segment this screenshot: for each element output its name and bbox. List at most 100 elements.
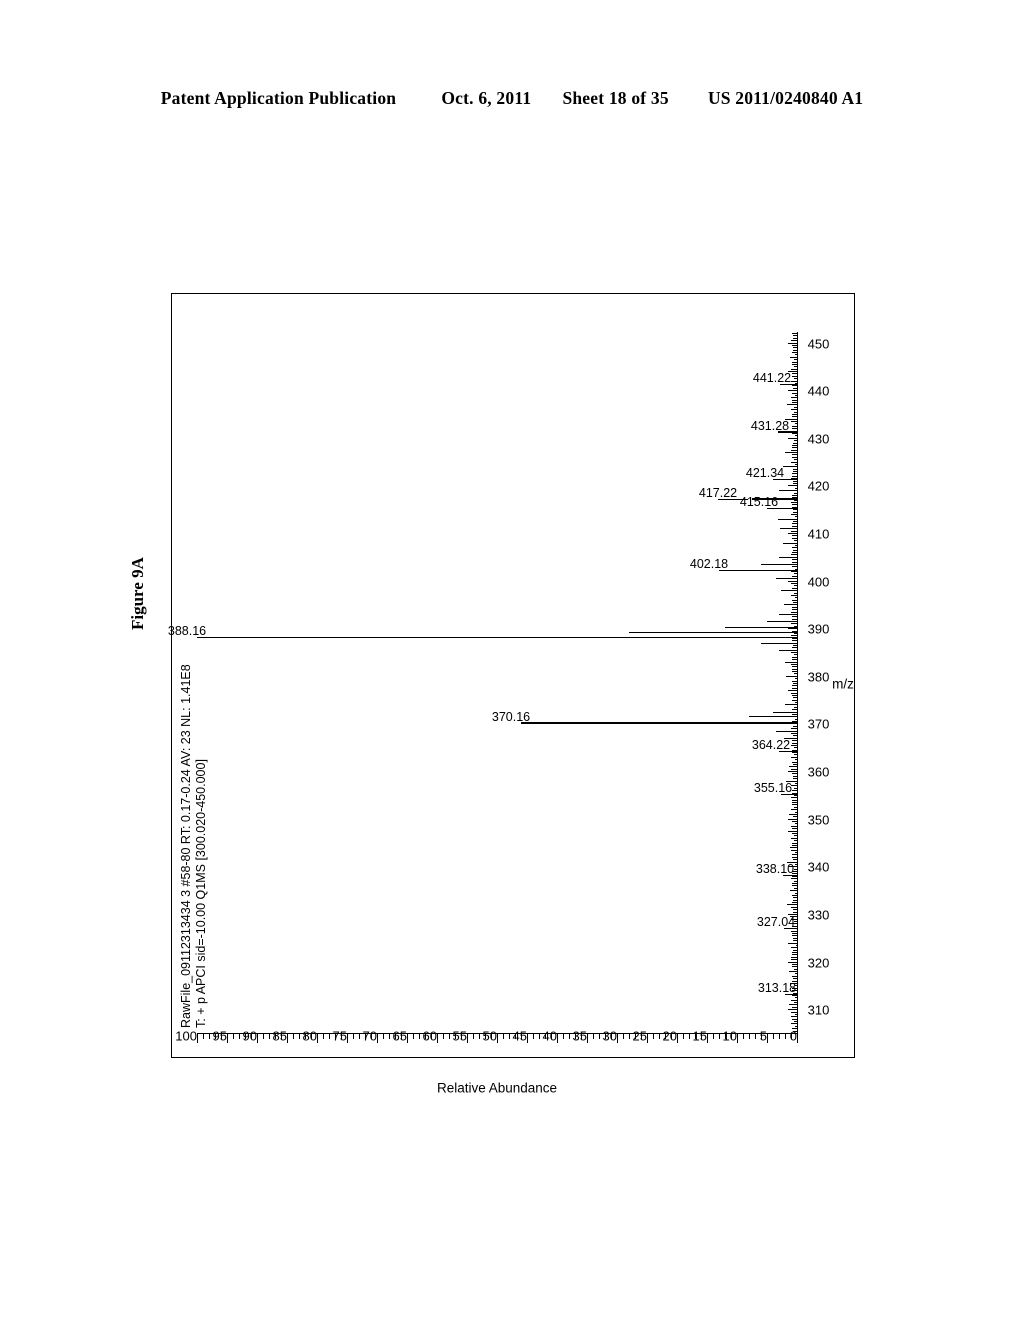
x-tick-major — [788, 342, 797, 344]
x-tick-minor — [792, 828, 797, 830]
y-tick-major — [647, 1034, 648, 1043]
peak-label: 364.22 — [751, 738, 791, 752]
x-tick-label: 330 — [807, 907, 830, 923]
x-tick-label: 450 — [807, 336, 830, 352]
spectrum-peak — [719, 569, 797, 572]
spectrum-peak — [779, 613, 797, 615]
x-tick-minor — [792, 552, 797, 554]
spectrum-peak — [773, 711, 797, 713]
x-tick-label: 310 — [807, 1002, 830, 1018]
y-tick-major — [227, 1034, 228, 1043]
x-tick-minor — [792, 894, 797, 896]
x-tick-major — [788, 1009, 797, 1011]
x-tick-major — [788, 771, 797, 773]
y-tick-major — [737, 1034, 738, 1043]
spectrum-peak — [776, 730, 797, 732]
y-tick-major — [767, 1034, 768, 1043]
x-tick-minor — [792, 733, 797, 734]
x-tick-major — [788, 580, 797, 582]
x-tick-minor — [792, 656, 797, 658]
spectrum-peak — [789, 813, 797, 815]
spectrum-peak — [788, 766, 797, 768]
x-tick-minor — [792, 513, 797, 515]
y-tick-major — [287, 1034, 288, 1043]
annotation-line-1: RawFile_09112313434 3 #58-80 RT: 0.17-0.… — [179, 664, 193, 1028]
x-tick-minor — [792, 999, 797, 1001]
x-tick-label: 320 — [807, 955, 830, 971]
x-tick-minor — [792, 923, 797, 925]
x-tick-minor — [792, 428, 797, 430]
peak-label: 327.04 — [756, 915, 795, 930]
y-tick-major — [407, 1034, 408, 1043]
y-tick-major — [197, 1034, 198, 1043]
peak-label: 421.34 — [745, 466, 785, 480]
x-tick-minor — [792, 542, 797, 544]
x-tick-minor — [792, 790, 797, 792]
x-tick-minor — [792, 561, 797, 563]
peak-label: 338.10 — [755, 862, 794, 877]
x-axis-title: m/z — [832, 676, 854, 692]
x-tick-major — [788, 961, 797, 963]
x-tick-label: 420 — [807, 478, 830, 494]
x-tick-minor — [792, 685, 797, 687]
peak-label: 402.18 — [689, 557, 729, 572]
x-tick-minor — [792, 933, 797, 934]
y-tick-major — [797, 1034, 798, 1043]
spectrum-peak — [790, 890, 797, 892]
x-tick-label: 440 — [807, 383, 830, 399]
x-tick-minor — [792, 666, 797, 668]
x-tick-minor — [792, 885, 797, 887]
mass-spectrum-figure: RawFile_09112313434 3 #58-80 RT: 0.17-0.… — [168, 293, 855, 1096]
peak-label: 417.22 — [698, 485, 738, 500]
spectrum-peak — [780, 528, 797, 530]
x-tick-minor — [792, 475, 797, 477]
x-tick-minor — [792, 599, 797, 601]
x-tick-label: 340 — [807, 859, 830, 875]
x-tick-minor — [792, 637, 797, 639]
x-tick-minor — [792, 942, 797, 944]
x-tick-major — [788, 866, 797, 868]
peak-label: 431.28 — [750, 418, 789, 433]
x-tick-minor — [792, 780, 797, 782]
page-header: Patent Application Publication Oct. 6, 2… — [0, 88, 1024, 109]
x-tick-label: 360 — [807, 764, 830, 780]
y-axis-title: Relative Abundance — [436, 1080, 558, 1096]
x-tick-minor — [792, 333, 797, 334]
spectrum-peak — [779, 490, 797, 492]
spectrum-peak — [761, 563, 797, 565]
x-tick-minor — [792, 809, 797, 811]
x-tick-minor — [792, 399, 797, 401]
spectrum-peak — [776, 578, 797, 580]
x-tick-minor — [792, 694, 797, 696]
peak-label: 415.16 — [739, 495, 779, 510]
y-tick-major — [317, 1034, 318, 1043]
x-tick-minor — [792, 418, 797, 420]
spectrum-peak — [785, 452, 797, 454]
peak-label: 370.16 — [491, 709, 531, 724]
x-tick-label: 430 — [807, 431, 830, 447]
spectrum-peak — [786, 404, 797, 406]
publication-date: Oct. 6, 2011 — [441, 88, 532, 108]
x-tick-major — [788, 675, 797, 677]
spectrum-peak — [785, 661, 797, 663]
x-tick-label: 400 — [807, 574, 830, 590]
y-tick-label: 100 — [175, 1028, 197, 1044]
x-tick-minor — [792, 447, 797, 449]
publication-title: Patent Application Publication — [160, 88, 397, 108]
x-tick-minor — [792, 466, 797, 468]
spectrum-peak — [521, 722, 797, 724]
y-tick-major — [497, 1034, 498, 1043]
x-tick-major — [788, 390, 797, 392]
spectrum-peak — [789, 356, 797, 358]
y-tick-major — [617, 1034, 618, 1043]
spectrum-peak — [777, 518, 797, 520]
x-tick-minor — [792, 761, 797, 763]
peak-label: 355.16 — [754, 781, 793, 796]
x-tick-label: 390 — [807, 621, 830, 637]
x-tick-minor — [792, 752, 797, 754]
x-tick-minor — [792, 409, 797, 411]
x-tick-label: 370 — [807, 716, 830, 732]
x-tick-label: 410 — [807, 526, 830, 542]
x-tick-major — [788, 723, 797, 725]
spectrum-peak — [788, 830, 797, 832]
